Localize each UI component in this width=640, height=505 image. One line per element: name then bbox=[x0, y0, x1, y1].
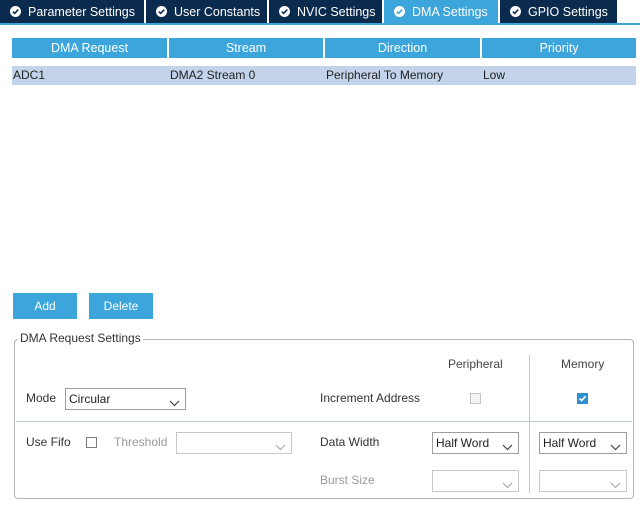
data-width-memory-select[interactable]: Half Word bbox=[539, 432, 627, 454]
chevron-down-icon bbox=[169, 394, 180, 414]
use-fifo-checkbox[interactable] bbox=[86, 437, 97, 448]
tab-parameter-settings[interactable]: Parameter Settings bbox=[0, 0, 144, 23]
cell-dma-request: ADC1 bbox=[13, 68, 46, 82]
tab-label: DMA Settings bbox=[412, 4, 488, 19]
burst-memory-select[interactable] bbox=[539, 470, 627, 492]
check-circle-icon bbox=[10, 6, 21, 17]
increment-address-label: Increment Address bbox=[320, 391, 421, 405]
check-circle-icon bbox=[394, 6, 405, 17]
add-button[interactable]: Add bbox=[13, 293, 77, 319]
data-width-label: Data Width bbox=[320, 435, 380, 449]
check-circle-icon bbox=[510, 6, 521, 17]
cell-priority: Low bbox=[483, 68, 506, 82]
column-header-stream[interactable]: Stream bbox=[169, 38, 323, 58]
tab-label: GPIO Settings bbox=[528, 4, 608, 19]
cell-direction: Peripheral To Memory bbox=[326, 68, 444, 82]
chevron-down-icon bbox=[275, 438, 286, 458]
use-fifo-label: Use Fifo bbox=[26, 435, 71, 449]
threshold-select[interactable] bbox=[176, 432, 292, 454]
tab-label: NVIC Settings bbox=[297, 4, 376, 19]
mode-value: Circular bbox=[69, 392, 111, 406]
tab-bar: Parameter Settings User Constants NVIC S… bbox=[0, 0, 640, 25]
column-header-direction[interactable]: Direction bbox=[325, 38, 480, 58]
tab-underline bbox=[0, 23, 640, 25]
chevron-down-icon bbox=[610, 438, 621, 458]
group-title: DMA Request Settings bbox=[18, 331, 143, 345]
check-circle-icon bbox=[279, 6, 290, 17]
threshold-label: Threshold bbox=[114, 435, 168, 449]
cell-stream: DMA2 Stream 0 bbox=[170, 68, 256, 82]
tab-label: User Constants bbox=[174, 4, 261, 19]
table-header: DMA Request Stream Direction Priority bbox=[12, 38, 636, 58]
peripheral-header: Peripheral bbox=[448, 357, 503, 371]
delete-button[interactable]: Delete bbox=[89, 293, 153, 319]
mode-label: Mode bbox=[26, 391, 57, 405]
row-divider bbox=[16, 421, 632, 422]
data-width-peripheral-value: Half Word bbox=[436, 436, 490, 450]
tab-nvic-settings[interactable]: NVIC Settings bbox=[269, 0, 382, 23]
column-header-priority[interactable]: Priority bbox=[482, 38, 636, 58]
data-width-memory-value: Half Word bbox=[543, 436, 597, 450]
chevron-down-icon bbox=[610, 476, 621, 496]
mode-select[interactable]: Circular bbox=[65, 388, 186, 410]
checkmark-icon bbox=[578, 395, 587, 402]
tab-gpio-settings[interactable]: GPIO Settings bbox=[500, 0, 617, 23]
chevron-down-icon bbox=[502, 438, 513, 458]
column-divider bbox=[529, 355, 530, 493]
chevron-down-icon bbox=[502, 476, 513, 496]
data-width-peripheral-select[interactable]: Half Word bbox=[432, 432, 519, 454]
burst-peripheral-select[interactable] bbox=[432, 470, 519, 492]
dma-request-table: DMA Request Stream Direction Priority AD… bbox=[12, 38, 636, 85]
increment-memory-checkbox[interactable] bbox=[577, 393, 588, 404]
memory-header: Memory bbox=[561, 357, 605, 371]
tab-user-constants[interactable]: User Constants bbox=[146, 0, 267, 23]
check-circle-icon bbox=[156, 6, 167, 17]
table-row[interactable]: ADC1 DMA2 Stream 0 Peripheral To Memory … bbox=[12, 66, 636, 85]
column-header-dma-request[interactable]: DMA Request bbox=[12, 38, 167, 58]
burst-size-label: Burst Size bbox=[320, 473, 375, 487]
increment-peripheral-checkbox[interactable] bbox=[470, 393, 481, 404]
tab-label: Parameter Settings bbox=[28, 4, 135, 19]
tab-dma-settings[interactable]: DMA Settings bbox=[384, 0, 498, 23]
